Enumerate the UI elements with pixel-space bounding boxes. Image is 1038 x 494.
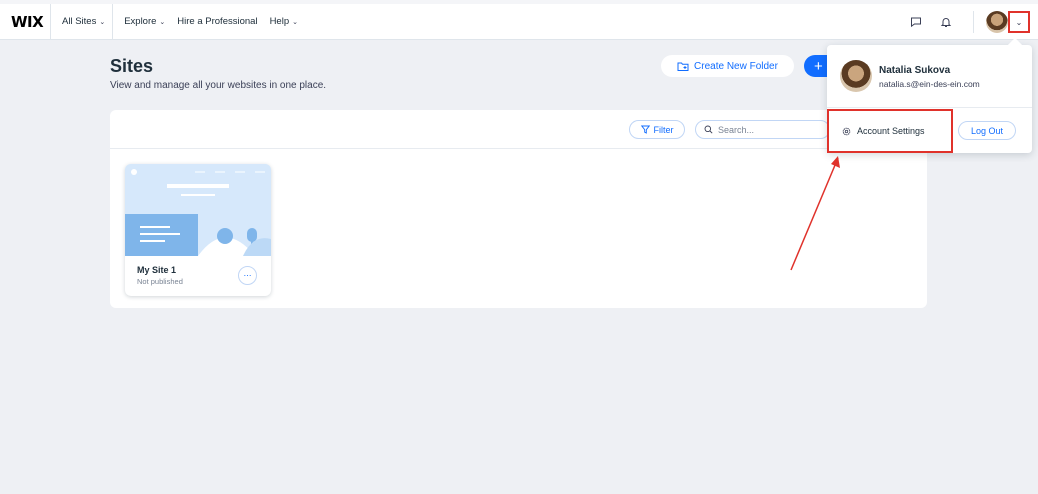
search-input[interactable] [718, 124, 818, 135]
top-nav: All Sites ⌄ Explore ⌄ Hire a Professiona… [51, 3, 304, 40]
create-folder-label: Create New Folder [694, 60, 778, 72]
chevron-down-icon: ⌄ [159, 18, 166, 26]
logout-button[interactable]: Log Out [958, 121, 1016, 140]
more-icon[interactable]: ⋯ [238, 266, 257, 285]
account-dropdown: Natalia Sukova natalia.s@ein-des-ein.com… [827, 45, 1032, 153]
avatar [840, 60, 872, 92]
filter-icon [640, 125, 650, 134]
user-email: natalia.s@ein-des-ein.com [879, 79, 980, 89]
topbar-actions: ⌄ [903, 4, 1038, 40]
help-label: Help [269, 16, 290, 27]
site-status: Not published [137, 277, 183, 286]
page-title: Sites [110, 56, 154, 76]
account-menu-chevron[interactable]: ⌄ [1008, 11, 1030, 33]
filter-button[interactable]: Filter [629, 120, 685, 139]
divider [827, 107, 1032, 108]
explore-label: Explore [124, 16, 157, 27]
search-box[interactable] [695, 120, 830, 139]
page-subtitle: View and manage all your websites in one… [110, 80, 327, 91]
site-card[interactable]: My Site 1 Not published ⋯ [125, 164, 271, 296]
wix-logo[interactable]: WIX [0, 13, 50, 31]
account-settings-item[interactable]: Account Settings [827, 109, 953, 153]
bell-icon[interactable] [933, 9, 959, 35]
chat-icon[interactable] [903, 9, 929, 35]
user-name: Natalia Sukova [879, 65, 951, 76]
gear-icon [842, 127, 851, 135]
account-settings-label: Account Settings [857, 126, 925, 136]
chevron-down-icon: ⌄ [99, 18, 106, 26]
site-name: My Site 1 [137, 265, 177, 275]
all-sites-label: All Sites [62, 16, 97, 27]
chevron-down-icon: ⌄ [1015, 17, 1023, 27]
explore-menu[interactable]: Explore ⌄ [113, 16, 171, 27]
plus-icon: + [814, 57, 823, 75]
chevron-down-icon: ⌄ [292, 18, 298, 26]
panel-toolbar: Filter [110, 110, 927, 149]
sites-panel: Filter Search... My Site 1 Not published… [110, 110, 927, 308]
create-folder-button[interactable]: Create New Folder [661, 55, 794, 77]
folder-plus-icon [677, 62, 689, 71]
top-bar: WIX All Sites ⌄ Explore ⌄ Hire a Profess… [0, 0, 1038, 40]
all-sites-menu[interactable]: All Sites ⌄ [51, 16, 112, 27]
filter-label: Filter [653, 124, 674, 135]
help-menu[interactable]: Help ⌄ [264, 16, 304, 27]
divider [973, 11, 974, 33]
search-icon [704, 125, 713, 134]
avatar[interactable] [986, 11, 1008, 33]
hire-label: Hire a Professional [177, 16, 258, 27]
site-thumbnail [125, 164, 271, 256]
hire-professional-link[interactable]: Hire a Professional [171, 16, 263, 27]
